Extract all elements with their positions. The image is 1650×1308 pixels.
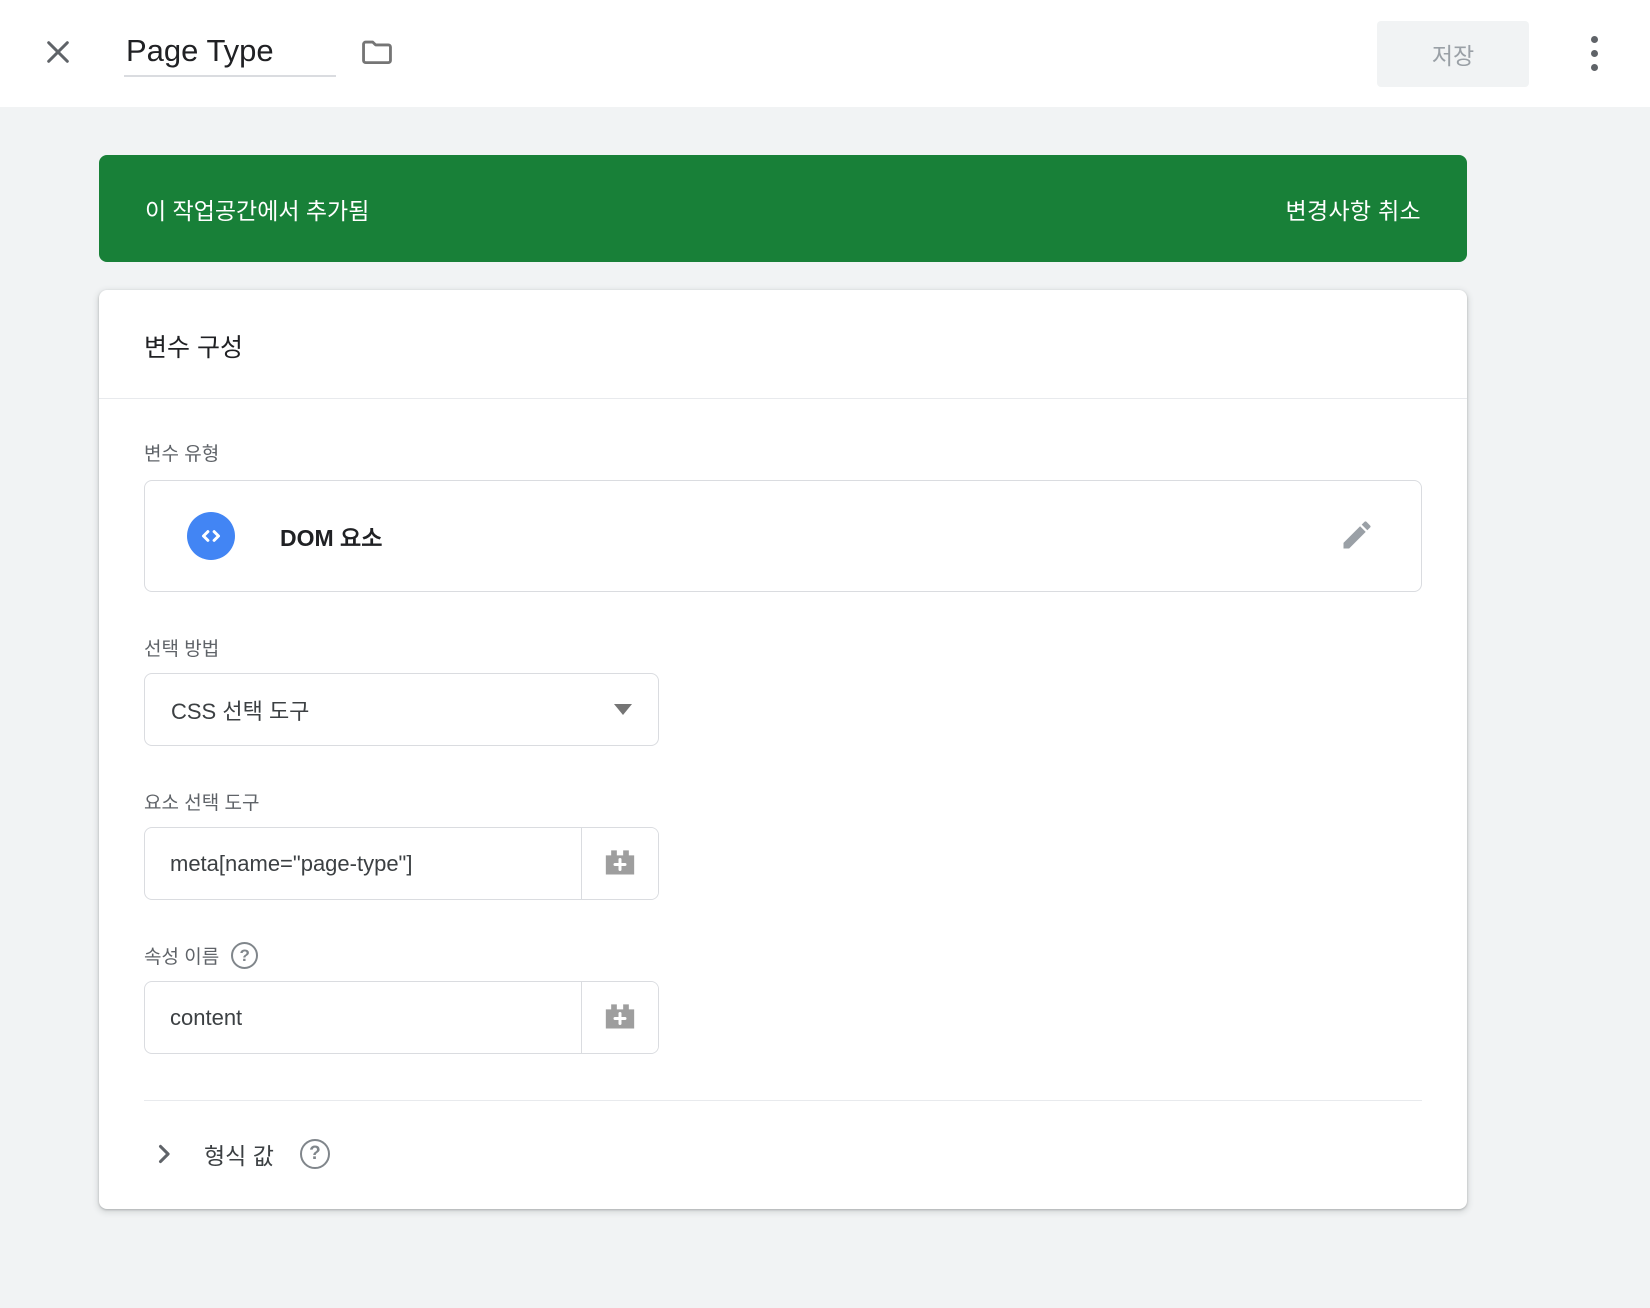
element-selector-label: 요소 선택 도구 <box>144 788 1422 815</box>
variable-type-value: DOM 요소 <box>280 519 382 553</box>
variable-configuration-card: 변수 구성 변수 유형 DOM 요소 선택 방법 CSS <box>99 290 1467 1209</box>
element-selector-field <box>144 827 659 900</box>
dom-element-icon <box>187 512 235 560</box>
attribute-name-help-icon[interactable]: ? <box>231 942 258 969</box>
attribute-name-label: 속성 이름 <box>144 942 219 969</box>
variable-type-selector[interactable]: DOM 요소 <box>144 480 1422 592</box>
close-icon <box>42 36 74 71</box>
vertical-dots-icon <box>1591 36 1598 71</box>
attribute-name-input[interactable] <box>145 982 581 1053</box>
dropdown-arrow-icon <box>614 704 632 715</box>
variable-title-field[interactable] <box>124 31 336 77</box>
element-selector-section: 요소 선택 도구 <box>144 788 1422 900</box>
variable-picker-button[interactable] <box>581 828 658 899</box>
attribute-name-field <box>144 981 659 1054</box>
folder-button[interactable] <box>354 29 400 78</box>
discard-changes-button[interactable]: 변경사항 취소 <box>1286 192 1421 226</box>
banner-message: 이 작업공간에서 추가됨 <box>145 192 369 226</box>
section-divider <box>144 1100 1422 1101</box>
format-value-expander[interactable]: 형식 값 ? <box>144 1131 330 1177</box>
workspace-status-banner: 이 작업공간에서 추가됨 변경사항 취소 <box>99 155 1467 262</box>
folder-icon <box>360 35 394 72</box>
card-title: 변수 구성 <box>99 290 1467 399</box>
chevron-right-icon <box>150 1140 178 1168</box>
element-selector-input[interactable] <box>145 828 581 899</box>
selection-method-label: 선택 방법 <box>144 634 1422 661</box>
variable-type-label: 변수 유형 <box>144 439 1422 466</box>
save-button[interactable]: 저장 <box>1377 21 1529 87</box>
selection-method-section: 선택 방법 CSS 선택 도구 <box>144 634 1422 746</box>
selection-method-value: CSS 선택 도구 <box>171 694 309 726</box>
variable-title-input[interactable] <box>126 33 322 69</box>
topbar: 저장 <box>0 0 1650 107</box>
variable-picker-button[interactable] <box>581 982 658 1053</box>
overflow-menu-button[interactable] <box>1583 28 1606 79</box>
edit-variable-type-button[interactable] <box>1335 513 1379 560</box>
lego-brick-plus-icon <box>600 996 640 1039</box>
selection-method-select[interactable]: CSS 선택 도구 <box>144 673 659 746</box>
attribute-name-section: 속성 이름 ? <box>144 942 1422 1054</box>
pencil-icon <box>1339 541 1375 556</box>
lego-brick-plus-icon <box>600 842 640 885</box>
format-value-label: 형식 값 <box>204 1137 274 1171</box>
format-value-help-icon[interactable]: ? <box>300 1139 330 1169</box>
card-body: 변수 유형 DOM 요소 선택 방법 CSS 선택 도구 <box>99 399 1467 1209</box>
close-button[interactable] <box>36 30 80 77</box>
